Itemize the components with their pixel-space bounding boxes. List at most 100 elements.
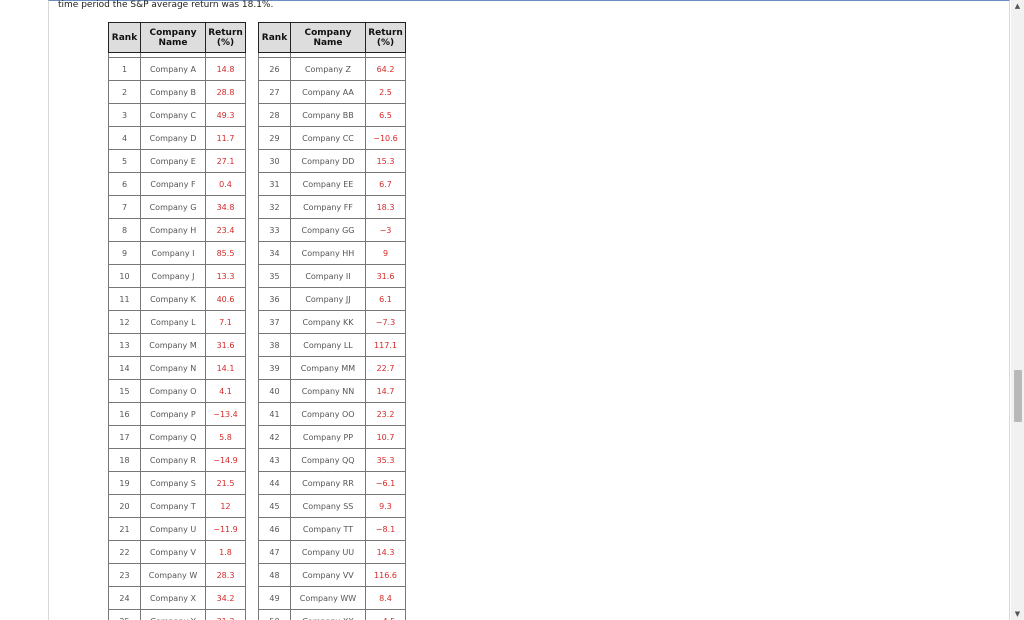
table-row: 10 Company J 13.3 35 Company II 31.6 <box>108 264 406 288</box>
rank-cell: 8 <box>108 218 141 242</box>
company-header: Company Name <box>140 22 206 53</box>
rank-cell: 24 <box>108 586 141 610</box>
return-cell: −7.3 <box>365 310 406 334</box>
table-row: 23 Company W 28.3 48 Company VV 116.6 <box>108 563 406 587</box>
company-cell: Company FF <box>290 195 366 219</box>
rank-cell: 3 <box>108 103 141 127</box>
table-row: 8 Company H 23.4 33 Company GG −3 <box>108 218 406 242</box>
scroll-up-arrow-icon[interactable]: ▲ <box>1011 0 1024 12</box>
company-cell: Company EE <box>290 172 366 196</box>
return-cell: 40.6 <box>205 287 246 311</box>
rank-header: Rank <box>108 22 141 53</box>
company-cell: Company JJ <box>290 287 366 311</box>
scrollbar-thumb[interactable] <box>1014 370 1022 422</box>
column-gap <box>245 57 259 81</box>
rank-cell: 44 <box>258 471 291 495</box>
rank-cell: 35 <box>258 264 291 288</box>
column-gap <box>245 103 259 127</box>
column-gap <box>245 471 259 495</box>
table-row: 4 Company D 11.7 29 Company CC −10.6 <box>108 126 406 150</box>
return-cell: −8.1 <box>365 517 406 541</box>
table-row: 1 Company A 14.8 26 Company Z 64.2 <box>108 57 406 81</box>
rank-cell: 22 <box>108 540 141 564</box>
company-cell: Company I <box>140 241 206 265</box>
table-row: 3 Company C 49.3 28 Company BB 6.5 <box>108 103 406 127</box>
return-cell: 12 <box>205 494 246 518</box>
return-cell: 14.3 <box>365 540 406 564</box>
rank-cell: 21 <box>108 517 141 541</box>
company-cell: Company AA <box>290 80 366 104</box>
rank-cell: 7 <box>108 195 141 219</box>
column-gap <box>245 287 259 311</box>
rank-cell: 1 <box>108 57 141 81</box>
return-cell: 23.2 <box>365 402 406 426</box>
company-cell: Company G <box>140 195 206 219</box>
rank-cell: 5 <box>108 149 141 173</box>
table-row: 12 Company L 7.1 37 Company KK −7.3 <box>108 310 406 334</box>
rank-cell: 23 <box>108 563 141 587</box>
column-gap <box>245 80 259 104</box>
return-cell: 116.6 <box>365 563 406 587</box>
return-cell: 31.3 <box>205 609 246 620</box>
column-gap <box>245 586 259 610</box>
company-cell: Company II <box>290 264 366 288</box>
company-cell: Company HH <box>290 241 366 265</box>
return-cell: 117.1 <box>365 333 406 357</box>
return-cell: 15.3 <box>365 149 406 173</box>
table-row: 18 Company R −14.9 43 Company QQ 35.3 <box>108 448 406 472</box>
company-cell: Company XX <box>290 609 366 620</box>
company-cell: Company UU <box>290 540 366 564</box>
table-body: 1 Company A 14.8 26 Company Z 64.2 2 Company B2… <box>108 52 406 620</box>
company-cell: Company W <box>140 563 206 587</box>
rank-cell: 27 <box>258 80 291 104</box>
table-row: 11 Company K 40.6 36 Company JJ 6.1 <box>108 287 406 311</box>
rank-cell: 36 <box>258 287 291 311</box>
vertical-scrollbar[interactable]: ▲ ▼ <box>1011 0 1024 620</box>
company-cell: Company NN <box>290 379 366 403</box>
table-row: 16 Company P −13.4 41 Company OO 23.2 <box>108 402 406 426</box>
company-cell: Company M <box>140 333 206 357</box>
table-row: 22 Company V 1.8 47 Company UU 14.3 <box>108 540 406 564</box>
column-gap <box>245 126 259 150</box>
table-row: 20 Company T 12 45 Company SS 9.3 <box>108 494 406 518</box>
rank-cell: 6 <box>108 172 141 196</box>
company-cell: Company WW <box>290 586 366 610</box>
column-gap <box>245 149 259 173</box>
scroll-down-arrow-icon[interactable]: ▼ <box>1011 608 1024 620</box>
rank-cell: 15 <box>108 379 141 403</box>
table-row: 6 Company F 0.4 31 Company EE 6.7 <box>108 172 406 196</box>
return-cell: 14.7 <box>365 379 406 403</box>
column-gap <box>245 333 259 357</box>
return-cell: −4.5 <box>365 609 406 620</box>
company-cell: Company B <box>140 80 206 104</box>
company-cell: Company Z <box>290 57 366 81</box>
rank-cell: 17 <box>108 425 141 449</box>
rank-cell: 49 <box>258 586 291 610</box>
company-cell: Company E <box>140 149 206 173</box>
table-row: 13 Company M 31.6 38 Company LL 117.1 <box>108 333 406 357</box>
return-cell: 4.1 <box>205 379 246 403</box>
return-cell: −11.9 <box>205 517 246 541</box>
company-cell: Company V <box>140 540 206 564</box>
header-row: Rank Company Name Return (%) Rank Company N… <box>108 22 406 53</box>
rank-cell: 45 <box>258 494 291 518</box>
return-cell: 8.4 <box>365 586 406 610</box>
rank-cell: 28 <box>258 103 291 127</box>
company-cell: Company N <box>140 356 206 380</box>
column-gap <box>245 425 259 449</box>
rank-cell: 19 <box>108 471 141 495</box>
return-cell: 23.4 <box>205 218 246 242</box>
return-cell: 1.8 <box>205 540 246 564</box>
return-cell: 34.2 <box>205 586 246 610</box>
table-row: 24 Company X 34.2 49 Company WW 8.4 <box>108 586 406 610</box>
return-cell: −3 <box>365 218 406 242</box>
rank-cell: 42 <box>258 425 291 449</box>
return-cell: 0.4 <box>205 172 246 196</box>
return-cell: 6.5 <box>365 103 406 127</box>
return-cell: 28.3 <box>205 563 246 587</box>
company-cell: Company U <box>140 517 206 541</box>
rank-cell: 25 <box>108 609 141 620</box>
column-gap <box>245 218 259 242</box>
return-cell: 28.8 <box>205 80 246 104</box>
company-cell: Company OO <box>290 402 366 426</box>
